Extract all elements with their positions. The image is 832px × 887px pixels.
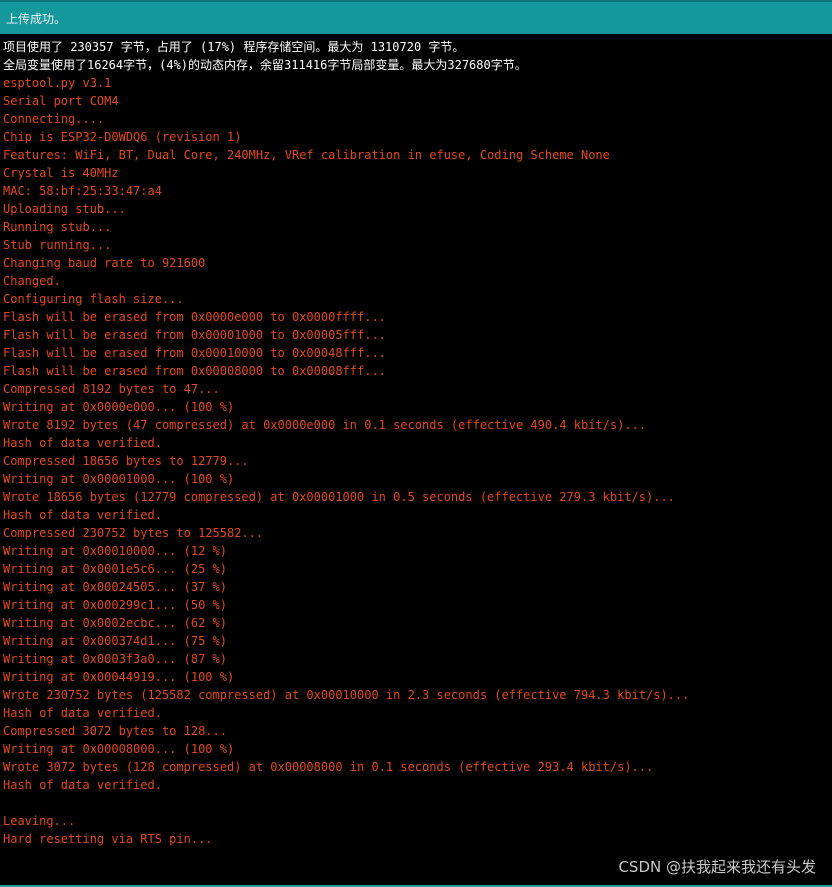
console-line: Writing at 0x0000e000... (100 %) xyxy=(3,400,235,414)
console-line: 全局变量使用了16264字节，(4%)的动态内存，余留311416字节局部变量。… xyxy=(3,58,527,72)
console-line: Flash will be erased from 0x00001000 to … xyxy=(3,328,386,342)
console-line: Compressed 3072 bytes to 128... xyxy=(3,724,227,738)
console-line: Flash will be erased from 0x0000e000 to … xyxy=(3,310,386,324)
console-line: Changed. xyxy=(3,274,61,288)
console-line: Hash of data verified. xyxy=(3,508,162,522)
console-output[interactable]: 项目使用了 230357 字节，占用了 (17%) 程序存储空间。最大为 131… xyxy=(0,36,832,885)
status-message: 上传成功。 xyxy=(6,12,67,26)
console-line: Compressed 8192 bytes to 47... xyxy=(3,382,220,396)
console-line: Writing at 0x0001e5c6... (25 %) xyxy=(3,562,227,576)
console-line: Writing at 0x000374d1... (75 %) xyxy=(3,634,227,648)
console-line: Writing at 0x0002ecbc... (62 %) xyxy=(3,616,227,630)
console-line: Uploading stub... xyxy=(3,202,126,216)
console-line: Wrote 3072 bytes (128 compressed) at 0x0… xyxy=(3,760,654,774)
console-line: Serial port COM4 xyxy=(3,94,119,108)
console-line: Writing at 0x00001000... (100 %) xyxy=(3,472,235,486)
console-line: Leaving... xyxy=(3,814,76,828)
console-line: Compressed 18656 bytes to 12779... xyxy=(3,454,249,468)
console-line: Connecting.... xyxy=(3,112,105,126)
console-line: esptool.py v3.1 xyxy=(3,76,112,90)
console-line: Configuring flash size... xyxy=(3,292,184,306)
console-line: Writing at 0x000299c1... (50 %) xyxy=(3,598,227,612)
console-line: Features: WiFi, BT, Dual Core, 240MHz, V… xyxy=(3,148,610,162)
upload-status-bar: 上传成功。 xyxy=(0,0,832,34)
console-line: Changing baud rate to 921600 xyxy=(3,256,206,270)
console-line: Running stub... xyxy=(3,220,112,234)
console-line: Stub running... xyxy=(3,238,112,252)
console-line: Writing at 0x00044919... (100 %) xyxy=(3,670,235,684)
console-line: Wrote 230752 bytes (125582 compressed) a… xyxy=(3,688,690,702)
console-line: Hash of data verified. xyxy=(3,706,162,720)
console-line: 项目使用了 230357 字节，占用了 (17%) 程序存储空间。最大为 131… xyxy=(3,40,465,54)
console-line: Flash will be erased from 0x00008000 to … xyxy=(3,364,386,378)
watermark: CSDN @扶我起来我还有头发 xyxy=(618,858,816,876)
console-line: Writing at 0x0003f3a0... (87 %) xyxy=(3,652,227,666)
console-line: Hash of data verified. xyxy=(3,436,162,450)
console-line: Flash will be erased from 0x00010000 to … xyxy=(3,346,386,360)
console-line: Writing at 0x00024505... (37 %) xyxy=(3,580,227,594)
console-line: MAC: 58:bf:25:33:47:a4 xyxy=(3,184,162,198)
console-line: Chip is ESP32-D0WDQ6 (revision 1) xyxy=(3,130,242,144)
console-line: Compressed 230752 bytes to 125582... xyxy=(3,526,264,540)
console-line: Hard resetting via RTS pin... xyxy=(3,832,213,846)
console-line: Crystal is 40MHz xyxy=(3,166,119,180)
arduino-output-window: 上传成功。 项目使用了 230357 字节，占用了 (17%) 程序存储空间。最… xyxy=(0,0,832,887)
console-line: Wrote 18656 bytes (12779 compressed) at … xyxy=(3,490,675,504)
console-line: Hash of data verified. xyxy=(3,778,162,792)
console-line: Writing at 0x00010000... (12 %) xyxy=(3,544,227,558)
console-line: Writing at 0x00008000... (100 %) xyxy=(3,742,235,756)
console-line: Wrote 8192 bytes (47 compressed) at 0x00… xyxy=(3,418,646,432)
